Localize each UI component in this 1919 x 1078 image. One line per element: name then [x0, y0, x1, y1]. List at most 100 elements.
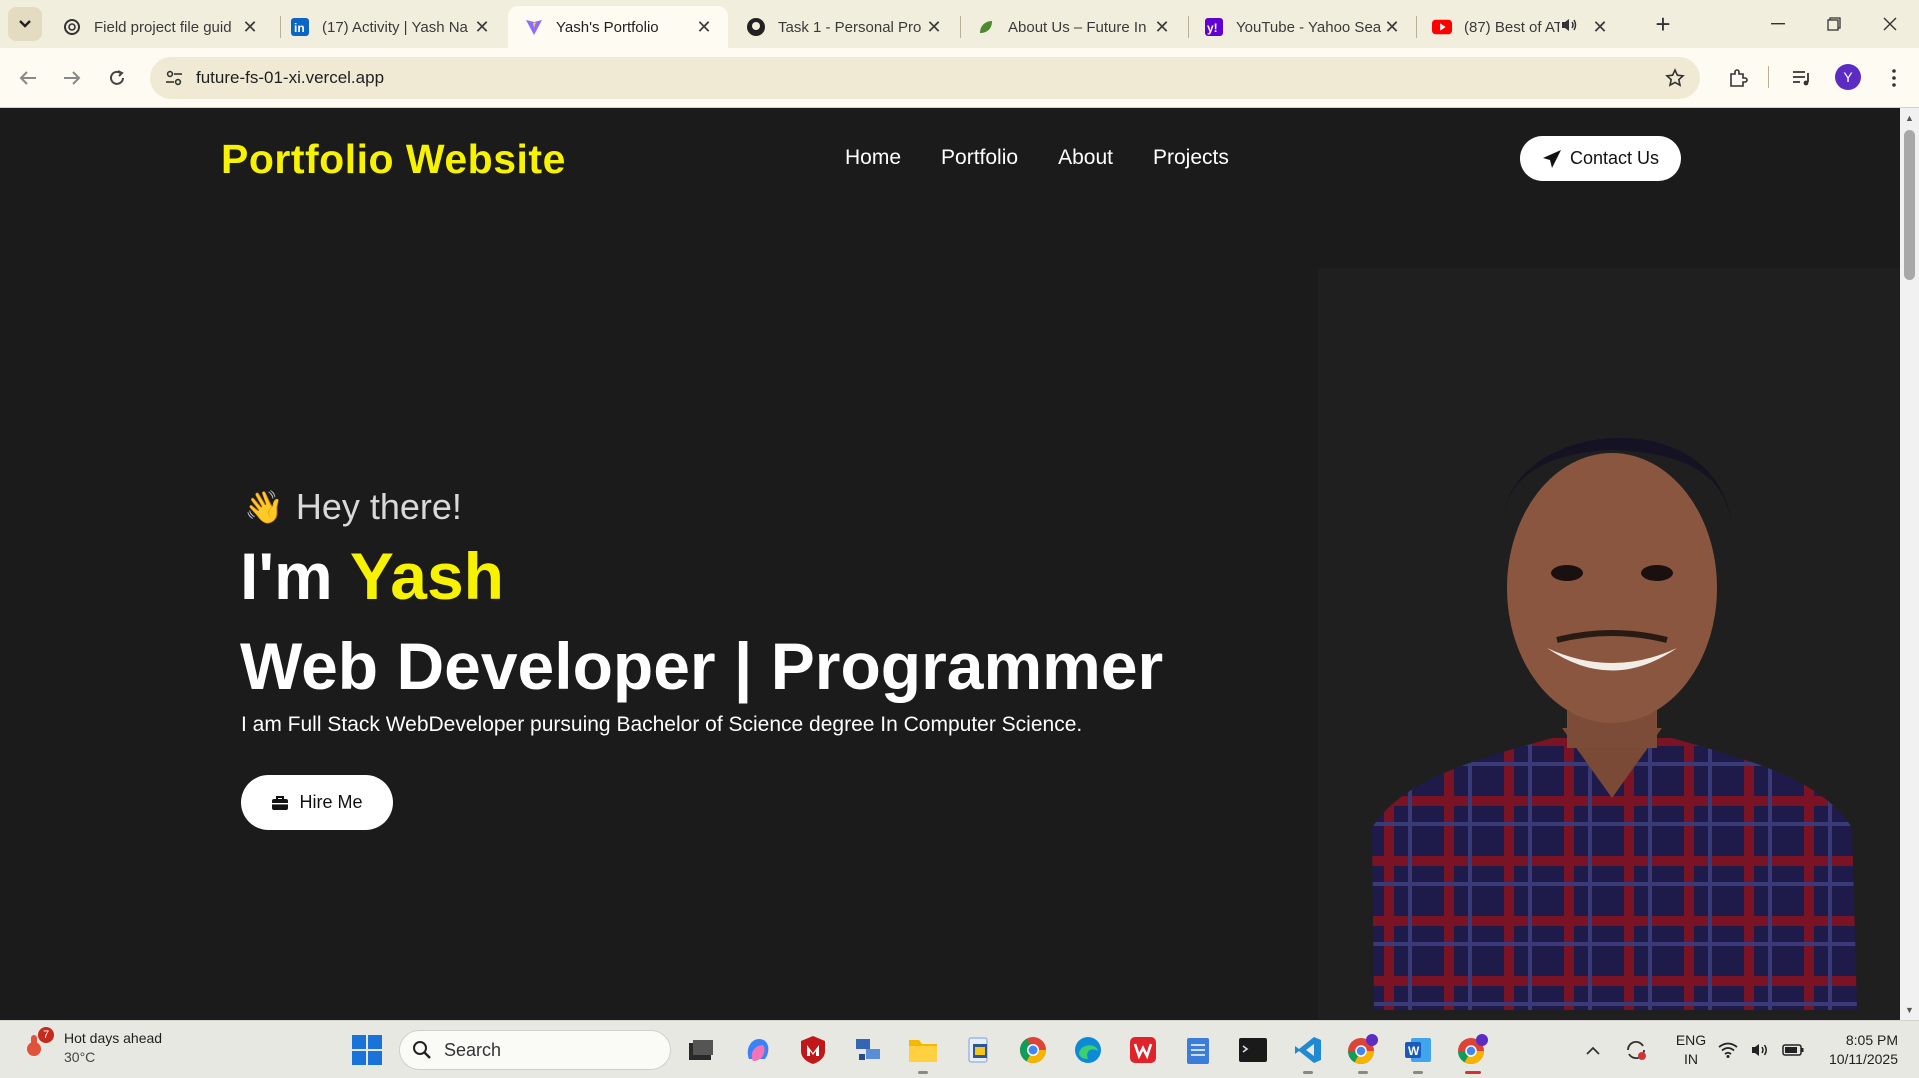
- browser-tab-active[interactable]: Yash's Portfolio ✕: [508, 6, 728, 48]
- tab-title: Yash's Portfolio: [556, 18, 659, 36]
- scrollbar-thumb[interactable]: [1904, 130, 1915, 280]
- running-indicator-active: [1465, 1071, 1481, 1074]
- media-controls-button[interactable]: [1784, 60, 1820, 96]
- taskbar-app-wps[interactable]: [1123, 1030, 1163, 1070]
- new-tab-button[interactable]: +: [1648, 9, 1678, 39]
- system-clock[interactable]: 8:05 PM 10/11/2025: [1808, 1031, 1898, 1069]
- speaker-icon[interactable]: [1560, 17, 1578, 37]
- taskbar-app-file-explorer[interactable]: [903, 1030, 943, 1074]
- browser-tab[interactable]: Field project file guid ✕: [46, 6, 274, 48]
- taskbar-app-chrome[interactable]: [1013, 1030, 1053, 1070]
- quick-settings-button[interactable]: [1716, 1021, 1806, 1078]
- chrome-active-icon: [1457, 1034, 1488, 1065]
- browser-menu-button[interactable]: [1876, 60, 1912, 96]
- profile-photo: [1372, 437, 1857, 1010]
- taskbar-app-copilot[interactable]: [738, 1030, 778, 1070]
- sync-icon: [1627, 1040, 1646, 1060]
- close-tab-icon[interactable]: ✕: [472, 17, 492, 38]
- hire-me-button[interactable]: Hire Me: [241, 775, 393, 830]
- forward-button[interactable]: [54, 60, 90, 96]
- nav-link-about[interactable]: About: [1058, 146, 1113, 170]
- arrow-left-icon: [19, 71, 36, 85]
- taskbar-app-mcafee[interactable]: [793, 1030, 833, 1070]
- profile-avatar[interactable]: Y: [1835, 64, 1861, 90]
- taskbar-app-edge[interactable]: [1068, 1030, 1108, 1070]
- address-bar[interactable]: future-fs-01-xi.vercel.app: [150, 57, 1700, 99]
- close-tab-icon[interactable]: ✕: [1590, 17, 1610, 38]
- search-icon: [413, 1041, 431, 1059]
- clock-time: 8:05 PM: [1845, 1032, 1898, 1048]
- contact-us-label: Contact Us: [1569, 148, 1660, 168]
- running-indicator: [1413, 1071, 1423, 1074]
- battery-icon: [1782, 1044, 1804, 1056]
- scroll-up-icon[interactable]: ▲: [1904, 112, 1915, 124]
- url-text[interactable]: future-fs-01-xi.vercel.app: [196, 68, 384, 88]
- taskbar-app-vscode[interactable]: [1288, 1030, 1328, 1074]
- taskbar-app-chrome-active[interactable]: [1453, 1030, 1493, 1074]
- close-tab-icon[interactable]: ✕: [240, 17, 260, 38]
- chevron-down-icon: [19, 20, 31, 28]
- restore-button[interactable]: [1806, 0, 1862, 48]
- edge-icon: [1075, 1037, 1101, 1063]
- scroll-down-icon[interactable]: ▼: [1904, 1004, 1915, 1016]
- sync-tray-button[interactable]: [1618, 1021, 1654, 1078]
- briefcase-icon: [272, 795, 289, 810]
- tab-search-button[interactable]: [8, 7, 42, 41]
- taskbar-app-notepad[interactable]: [1178, 1030, 1218, 1070]
- minimize-icon: [1771, 23, 1785, 25]
- running-indicator: [1303, 1071, 1313, 1074]
- kebab-menu-icon: [1892, 69, 1896, 87]
- folder-icon: [909, 1040, 937, 1062]
- browser-toolbar: future-fs-01-xi.vercel.app Y: [0, 48, 1919, 108]
- openai-icon: [62, 17, 82, 37]
- leaf-icon: [976, 17, 996, 37]
- taskbar-app-files[interactable]: [958, 1030, 998, 1070]
- browser-tab[interactable]: About Us – Future In ✕: [960, 6, 1186, 48]
- tab-title: (87) Best of ATIF: [1464, 18, 1560, 36]
- close-tab-icon[interactable]: ✕: [1382, 17, 1402, 38]
- close-icon: [1883, 17, 1897, 31]
- taskbar-app-chrome-profile[interactable]: [1343, 1030, 1383, 1074]
- weather-headline: Hot days ahead: [64, 1030, 163, 1046]
- minimize-button[interactable]: [1750, 0, 1806, 48]
- site-brand[interactable]: Portfolio Website: [221, 136, 566, 183]
- browser-tab[interactable]: in (17) Activity | Yash Na ✕: [274, 6, 506, 48]
- browser-tab[interactable]: (87) Best of ATIF ✕: [1416, 6, 1644, 48]
- site-settings-icon[interactable]: [162, 66, 186, 90]
- reload-button[interactable]: [99, 60, 135, 96]
- hero-name: Yash: [349, 539, 504, 613]
- extensions-button[interactable]: [1720, 60, 1756, 96]
- browser-tab[interactable]: y! YouTube - Yahoo Sea ✕: [1188, 6, 1416, 48]
- nav-link-projects[interactable]: Projects: [1153, 146, 1229, 170]
- windows-start-button[interactable]: [350, 1033, 384, 1067]
- page-scrollbar[interactable]: ▲ ▼: [1900, 108, 1919, 1020]
- clock-date: 10/11/2025: [1828, 1051, 1898, 1067]
- bookmark-star-icon[interactable]: [1662, 65, 1688, 91]
- chrome-profile-icon: [1347, 1034, 1378, 1065]
- tab-title: Field project file guid: [94, 18, 232, 36]
- close-tab-icon[interactable]: ✕: [694, 17, 714, 38]
- close-window-button[interactable]: [1862, 0, 1918, 48]
- taskbar-app-network[interactable]: [848, 1030, 888, 1070]
- files-icon: [968, 1037, 988, 1063]
- browser-tab[interactable]: Task 1 - Personal Pro ✕: [730, 6, 958, 48]
- yahoo-icon: y!: [1204, 17, 1224, 37]
- waving-hand-icon: 👋: [244, 489, 284, 525]
- show-hidden-icons-button[interactable]: [1578, 1021, 1608, 1078]
- taskbar-app-word[interactable]: W: [1398, 1030, 1438, 1074]
- contact-us-button[interactable]: Contact Us: [1520, 136, 1681, 181]
- taskbar-app-task-view[interactable]: [681, 1030, 721, 1070]
- nav-link-portfolio[interactable]: Portfolio: [941, 146, 1018, 170]
- input-language[interactable]: ENG IN: [1666, 1031, 1716, 1069]
- close-tab-icon[interactable]: ✕: [924, 17, 944, 38]
- nav-link-home[interactable]: Home: [845, 146, 901, 170]
- weather-widget[interactable]: 7 Hot days ahead 30°C: [24, 1027, 163, 1067]
- close-tab-icon[interactable]: ✕: [1152, 17, 1172, 38]
- running-indicator: [918, 1071, 928, 1074]
- taskbar-app-terminal[interactable]: [1233, 1030, 1273, 1070]
- back-button[interactable]: [10, 60, 46, 96]
- vite-icon: [524, 17, 544, 37]
- volume-icon: [1752, 1044, 1767, 1056]
- taskbar-search-box[interactable]: Search: [399, 1030, 671, 1070]
- mcafee-icon: [801, 1036, 825, 1064]
